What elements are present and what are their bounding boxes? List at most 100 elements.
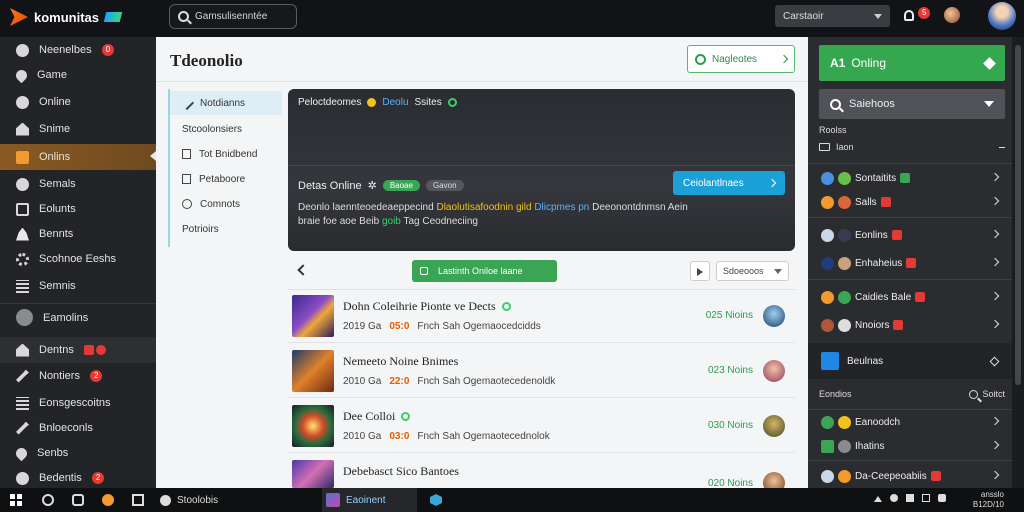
status-pill-grey[interactable]: Gavon [425, 180, 464, 191]
list-item[interactable]: Nemeeto Noine Bnimes 2010 Ga 22:0 Fnch S… [288, 346, 795, 398]
scrollbar-thumb[interactable] [1015, 45, 1021, 385]
subnav-item-notdianns[interactable]: Notdianns [170, 91, 282, 115]
sidebar-item-bennts[interactable]: Bennts [0, 222, 156, 246]
friend-item[interactable]: Caidies Bale [808, 285, 1012, 309]
back-arrow-icon[interactable] [297, 264, 309, 276]
list-divider [288, 289, 795, 290]
category-select[interactable]: Carstaoir [775, 5, 890, 27]
scrollbar[interactable] [1012, 37, 1024, 488]
host-avatar[interactable] [763, 415, 785, 437]
friend-item[interactable]: Salls [808, 190, 1012, 214]
sidebar-item-eonsgescoitns[interactable]: Eonsgescoitns [0, 391, 156, 415]
collapse-icon[interactable] [999, 146, 1005, 148]
shield-icon[interactable] [430, 494, 442, 506]
friend-item[interactable]: Ihatins [808, 434, 1012, 458]
banner-header-link[interactable]: Deolu [382, 97, 408, 108]
sidebar-item-eamolins[interactable]: Eamolins [0, 303, 156, 331]
network-icon[interactable] [890, 494, 898, 502]
group-block[interactable]: Beulnas [808, 343, 1012, 379]
sidebar-item-nontiers[interactable]: Nontiers 2 [0, 364, 156, 388]
subnav-item-petaboore[interactable]: Petaboore [170, 167, 282, 191]
sidebar-item-eolunts[interactable]: Eolunts [0, 197, 156, 221]
friend-item[interactable]: Eanoodch [808, 410, 1012, 434]
taskbar-app-2[interactable]: Eaoinent [322, 488, 417, 512]
chevron-up-icon[interactable] [874, 494, 882, 502]
sidebar-item-semnis[interactable]: Semnis [0, 274, 156, 298]
sidebar-item-snime[interactable]: Snime [0, 117, 156, 141]
task-view-icon[interactable] [72, 494, 84, 506]
sidebar-item-game[interactable]: Game [0, 63, 156, 87]
sidebar-item-scohnoe-eeshs[interactable]: Scohnoe Eeshs [0, 247, 156, 271]
chevron-right-icon[interactable] [990, 172, 1000, 182]
volume-icon[interactable] [906, 494, 914, 502]
group-search[interactable]: Soitct [969, 389, 1005, 399]
friend-item[interactable]: Da-Ceepeoabiis [808, 464, 1012, 488]
friends-search[interactable]: Saiehoos [819, 89, 1005, 119]
group-footer-left: Eondios [819, 389, 852, 399]
game-thumbnail[interactable] [292, 460, 334, 488]
sidebar-item-neenelbes[interactable]: Neenelbes 0 [0, 38, 156, 62]
status-red-icon [891, 230, 902, 240]
subnav-item-comnots[interactable]: Comnots [170, 192, 282, 216]
friend-item[interactable]: Enhaheius [808, 251, 1012, 275]
sidebar-item-dentns[interactable]: Dentns [0, 337, 156, 363]
notifications-button[interactable]: 5 [902, 7, 932, 26]
banner-desc-highlight-blue[interactable]: Dlicpmes pn [534, 202, 589, 213]
chevron-right-icon[interactable] [990, 196, 1000, 206]
chevron-right-icon [779, 54, 789, 64]
windows-start-icon[interactable] [10, 494, 22, 506]
chevron-right-icon[interactable] [990, 319, 1000, 329]
sidebar-item-bedentis[interactable]: Bedentis 2 [0, 466, 156, 490]
filter-green-button[interactable]: Lastinth Oniloe laane [412, 260, 557, 282]
sidebar-item-label: Senbs [37, 447, 69, 459]
user-avatar[interactable] [988, 2, 1016, 30]
sidebar-item-senbs[interactable]: Senbs [0, 441, 156, 465]
chat-icon [16, 177, 29, 191]
banner-desc-highlight-yellow[interactable]: Dlaolutisafoodnin gild [436, 202, 531, 213]
sort-select[interactable]: Sdoeooos [716, 261, 789, 281]
search-input[interactable]: Gamsulisenntée [169, 4, 297, 29]
chevron-right-icon[interactable] [990, 470, 1000, 480]
game-thumbnail[interactable] [292, 405, 334, 447]
friend-item[interactable]: Nnoiors [808, 313, 1012, 337]
chevron-right-icon[interactable] [990, 291, 1000, 301]
sidebar-item-onlins[interactable]: Onlins [0, 144, 156, 170]
window-icon[interactable] [132, 494, 144, 506]
coin-icon [367, 98, 377, 107]
list-item[interactable]: Dohn Coleihrie Pionte ve Dects 2019 Ga 0… [288, 291, 795, 343]
friend-item[interactable]: Eonlins [808, 223, 1012, 247]
list-item[interactable]: Dee Colloi 2010 Ga 03:0 Fnch Sah Ogemaot… [288, 401, 795, 453]
taskbar-app-1[interactable]: Stoolobis [160, 491, 270, 509]
notifications-toggle-button[interactable]: Nagleotes [687, 45, 795, 73]
battery-icon[interactable] [922, 494, 930, 502]
host-avatar[interactable] [763, 305, 785, 327]
online-button[interactable]: A1 Onling [819, 45, 1005, 81]
subnav-item-stcoolonsiers[interactable]: Stcoolonsiers [170, 117, 282, 141]
game-thumbnail[interactable] [292, 295, 334, 337]
banner-cta-button[interactable]: Ceiolantlnaes [673, 171, 785, 195]
banner-desc-highlight-green[interactable]: goib [382, 216, 401, 227]
app-logo[interactable]: komunitas [10, 6, 150, 28]
play-button[interactable] [690, 261, 710, 281]
chevron-right-icon[interactable] [990, 257, 1000, 267]
chevron-right-icon[interactable] [990, 440, 1000, 450]
status-red-icon [915, 292, 926, 302]
filter-row[interactable]: Iaon [819, 140, 1005, 154]
sidebar-item-semals[interactable]: Semals [0, 172, 156, 196]
subnav-item-potrioirs[interactable]: Potrioirs [170, 217, 282, 241]
sidebar-item-online[interactable]: Online [0, 90, 156, 114]
subnav-item-bnidbend[interactable]: Tot Bnidbend [170, 142, 282, 166]
status-pill-green[interactable]: Baoae [382, 180, 420, 191]
browser-icon[interactable] [102, 494, 114, 506]
game-thumbnail[interactable] [292, 350, 334, 392]
sidebar-item-bnloeconls[interactable]: Bnloeconls [0, 416, 156, 440]
search-icon[interactable] [42, 494, 54, 506]
chevron-right-icon[interactable] [990, 229, 1000, 239]
host-avatar[interactable] [763, 360, 785, 382]
friend-item[interactable]: Sontaitits [808, 166, 1012, 190]
friend-avatar[interactable] [944, 7, 960, 23]
list-item[interactable]: Debebasct Sico Bantoes 020 Noins [288, 456, 795, 494]
chevron-right-icon[interactable] [990, 416, 1000, 426]
notification-icon[interactable] [938, 494, 946, 502]
clock[interactable]: ansslo B12D/10 [958, 490, 1004, 510]
